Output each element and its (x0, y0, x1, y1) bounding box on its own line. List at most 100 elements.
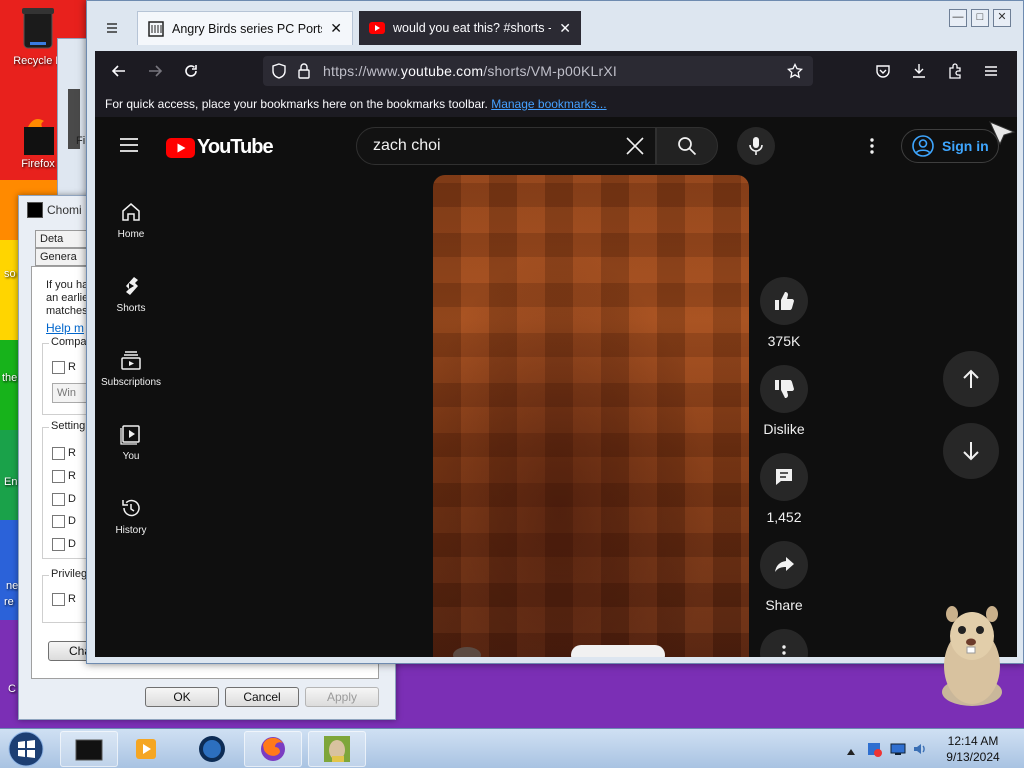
search-icon (678, 137, 697, 156)
close-window-button[interactable]: ✕ (993, 9, 1011, 27)
tab-general[interactable]: Genera (35, 248, 87, 266)
next-short-button[interactable] (943, 423, 999, 479)
search-box[interactable] (356, 127, 656, 165)
youtube-page: YouTube Sign in (95, 117, 1017, 657)
globe-icon (199, 736, 225, 762)
tab-details[interactable]: Deta (35, 230, 87, 248)
share-action[interactable]: Share (759, 541, 809, 613)
sidebar-item-you[interactable]: You (95, 415, 167, 485)
tab-strip: Angry Birds series PC Ports : Ro ✕ would… (87, 1, 1023, 51)
url-text[interactable]: https://www.youtube.com/shorts/VM-p00KLr… (323, 63, 617, 79)
sidebar-item-shorts[interactable]: Shorts (95, 267, 167, 337)
manage-bookmarks-link[interactable]: Manage bookmarks... (491, 97, 606, 111)
youtube-logo[interactable]: YouTube (166, 136, 274, 159)
more-action[interactable] (759, 629, 809, 657)
taskbar-app-chomium[interactable] (60, 731, 118, 767)
media-player-icon (136, 739, 156, 759)
like-action[interactable]: 375K (759, 277, 809, 349)
app-icon (27, 202, 43, 218)
voice-search-button[interactable] (737, 127, 775, 165)
search-input[interactable] (357, 128, 617, 164)
account-icon (912, 135, 934, 157)
network-icon[interactable] (890, 741, 906, 757)
subscribe-button[interactable] (571, 645, 665, 657)
youtube-header: YouTube Sign in (95, 117, 1017, 175)
checkbox[interactable] (52, 593, 65, 606)
previous-short-button[interactable] (943, 351, 999, 407)
taskbar-app-media-player[interactable] (120, 731, 172, 767)
minimize-button[interactable]: — (949, 9, 967, 27)
pocket-icon[interactable] (871, 59, 895, 83)
checkbox[interactable] (52, 538, 65, 551)
guide-menu-icon[interactable] (119, 137, 139, 158)
taskbar-app-firefox[interactable] (244, 731, 302, 767)
checkbox[interactable] (52, 515, 65, 528)
reload-icon[interactable] (179, 59, 203, 83)
tab-youtube-short[interactable]: would you eat this? #shorts - Y ✕ (359, 11, 581, 45)
body-line: matches (46, 305, 88, 317)
apply-button[interactable]: Apply (305, 687, 379, 707)
taskbar-app-game[interactable] (308, 731, 366, 767)
url-host: youtube.com (400, 63, 484, 79)
settings-more-icon[interactable] (861, 135, 883, 157)
checkbox-label: R (68, 447, 76, 459)
sidebar-item-history[interactable]: History (95, 489, 167, 559)
bookmarks-hint: For quick access, place your bookmarks h… (105, 97, 488, 111)
show-hidden-icons[interactable] (846, 743, 856, 755)
shorts-video-player[interactable] (433, 175, 749, 657)
back-icon[interactable] (107, 59, 131, 83)
tab-close-icon[interactable]: ✕ (330, 20, 342, 37)
help-link[interactable]: Help m (46, 321, 84, 335)
app-menu-icon[interactable] (979, 59, 1003, 83)
clock-time: 12:14 AM (947, 734, 999, 748)
tracking-shield-icon[interactable] (271, 63, 287, 79)
taskbar: 12:14 AM 9/13/2024 (0, 728, 1024, 768)
checkbox[interactable] (52, 447, 65, 460)
dislike-action[interactable]: Dislike (759, 365, 809, 437)
site-favicon-icon (148, 20, 164, 37)
tab-title: would you eat this? #shorts - Y (393, 21, 552, 35)
checkbox[interactable] (52, 361, 65, 374)
share-button[interactable] (760, 541, 808, 589)
dislike-button[interactable] (760, 365, 808, 413)
clear-search-icon[interactable] (625, 136, 645, 161)
thumbs-up-icon (775, 292, 794, 310)
checkbox[interactable] (52, 470, 65, 483)
forward-icon[interactable] (143, 59, 167, 83)
search-button[interactable] (656, 127, 718, 165)
microphone-icon (749, 137, 763, 155)
lock-icon[interactable] (297, 63, 311, 79)
sign-in-button[interactable]: Sign in (901, 129, 999, 163)
bookmark-star-icon[interactable] (787, 63, 803, 79)
os-combo-value: Win (57, 387, 76, 399)
tray-app-icon[interactable] (866, 741, 882, 757)
start-button[interactable] (4, 729, 48, 768)
share-label: Share (765, 597, 803, 613)
ok-button[interactable]: OK (145, 687, 219, 707)
tab-list-icon[interactable] (95, 11, 129, 45)
downloads-icon[interactable] (907, 59, 931, 83)
sidebar-item-label: Home (117, 229, 145, 240)
sidebar-item-subscriptions[interactable]: Subscriptions (95, 341, 167, 411)
bookmarks-toolbar: For quick access, place your bookmarks h… (95, 91, 1017, 117)
like-button[interactable] (760, 277, 808, 325)
volume-icon[interactable] (912, 741, 928, 757)
taskbar-app-globe[interactable] (184, 731, 240, 767)
channel-avatar[interactable] (453, 647, 481, 657)
cancel-button[interactable]: Cancel (225, 687, 299, 707)
system-clock[interactable]: 12:14 AM 9/13/2024 (930, 733, 1016, 765)
maximize-button[interactable]: □ (971, 9, 989, 27)
tab-close-icon[interactable]: ✕ (559, 20, 571, 37)
sidebar-item-home[interactable]: Home (95, 193, 167, 263)
comments-button[interactable] (760, 453, 808, 501)
extensions-icon[interactable] (943, 59, 967, 83)
comments-action[interactable]: 1,452 (759, 453, 809, 525)
youtube-wordmark: YouTube (197, 136, 274, 158)
more-vert-icon (782, 645, 786, 655)
windows-orb-icon (8, 731, 44, 767)
tab-angry-birds[interactable]: Angry Birds series PC Ports : Ro ✕ (137, 11, 353, 45)
checkbox[interactable] (52, 493, 65, 506)
firefox-icon (261, 737, 285, 761)
url-bar[interactable]: https://www.youtube.com/shorts/VM-p00KLr… (263, 56, 813, 86)
more-options-button[interactable] (760, 629, 808, 657)
